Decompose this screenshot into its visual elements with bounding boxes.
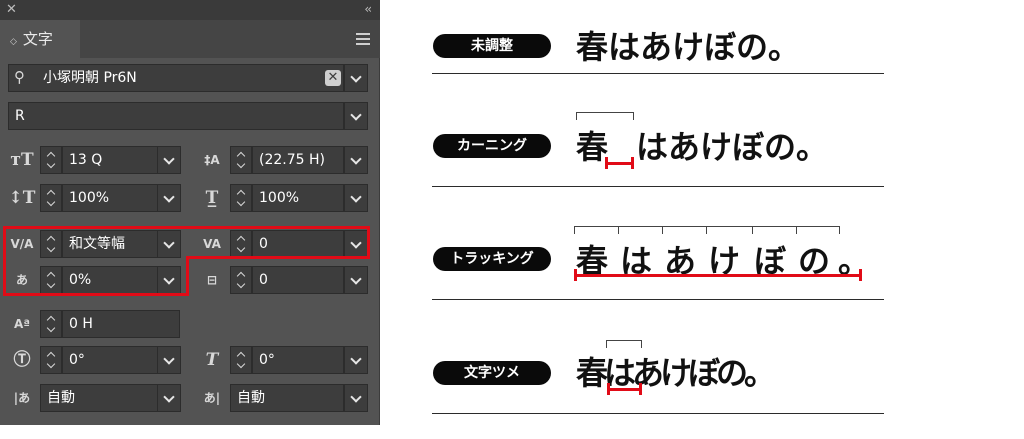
aki-after-icon: あ| xyxy=(203,391,221,405)
leading-value: (22.75 H) xyxy=(259,152,325,168)
example-label-unadjusted: 未調整 xyxy=(433,34,551,58)
example-label-tsume: 文字ツメ xyxy=(433,361,551,385)
tracking-tick xyxy=(662,226,663,234)
example-text-kerning: はあけぼの。 xyxy=(636,128,829,166)
leading-stepper[interactable] xyxy=(230,146,252,174)
vertical-scale-field[interactable]: 100% xyxy=(62,184,158,212)
divider xyxy=(432,299,884,300)
horizontal-scale-field[interactable]: 100% xyxy=(252,184,344,212)
font-style-value: R xyxy=(15,108,25,124)
highlight-left xyxy=(3,226,189,296)
panel-tab-row: ◇ 文字 xyxy=(0,20,380,58)
aki-field[interactable]: 0 xyxy=(252,266,344,294)
horizontal-scale-icon: T̲ xyxy=(205,188,219,208)
font-family-field[interactable]: 小塚明朝 Pr6N xyxy=(8,64,344,92)
kerning-gap-tick-right xyxy=(631,157,634,169)
vertical-scale-value: 100% xyxy=(69,190,110,206)
skew-icon: T xyxy=(205,350,219,370)
horizontal-scale-dropdown[interactable] xyxy=(344,184,368,212)
tsume-marker xyxy=(608,388,642,391)
highlight-step xyxy=(186,256,189,296)
font-size-stepper[interactable] xyxy=(40,146,62,174)
rotation-field[interactable]: 0° xyxy=(62,346,158,374)
aki-icon: ⊟ xyxy=(206,273,218,287)
clear-font-icon[interactable]: ✕ xyxy=(325,70,341,86)
tracking-tick xyxy=(796,226,797,234)
tab-expand-icon[interactable]: ◇ xyxy=(10,37,17,47)
font-style-field[interactable]: R xyxy=(8,102,344,130)
kerning-bracket xyxy=(576,112,634,120)
divider xyxy=(432,73,884,74)
aki-after-value: 自動 xyxy=(237,390,265,406)
vertical-scale-dropdown[interactable] xyxy=(157,184,181,212)
aki-before-dropdown[interactable] xyxy=(157,384,181,412)
skew-dropdown[interactable] xyxy=(344,346,368,374)
font-size-value: 13 Q xyxy=(69,152,103,168)
aki-after-field[interactable]: 自動 xyxy=(230,384,344,412)
horizontal-scale-stepper[interactable] xyxy=(230,184,252,212)
example-label-tracking: トラッキング xyxy=(433,247,551,271)
close-icon[interactable]: ✕ xyxy=(6,2,17,17)
baseline-shift-value: 0 H xyxy=(69,316,93,332)
aki-dropdown[interactable] xyxy=(344,266,368,294)
divider xyxy=(432,413,884,414)
tracking-bracket xyxy=(574,226,840,234)
aki-before-field[interactable]: 自動 xyxy=(40,384,158,412)
font-size-field[interactable]: 13 Q xyxy=(62,146,158,174)
kerning-gap-tick-left xyxy=(605,157,608,169)
skew-value: 0° xyxy=(259,352,275,368)
skew-field[interactable]: 0° xyxy=(252,346,344,374)
aki-before-icon: |あ xyxy=(13,391,31,405)
baseline-shift-icon: Aª xyxy=(13,317,31,331)
skew-stepper[interactable] xyxy=(230,346,252,374)
aki-stepper[interactable] xyxy=(230,266,252,294)
example-text-tsume: 春はあけぼの。 xyxy=(576,354,776,392)
rotation-dropdown[interactable] xyxy=(157,346,181,374)
rotation-value: 0° xyxy=(69,352,85,368)
tsume-tick-left xyxy=(607,383,610,395)
tsume-tick-right xyxy=(639,383,642,395)
tracking-range-tick-left xyxy=(574,269,577,281)
example-label-kerning: カーニング xyxy=(433,134,551,158)
font-size-dropdown[interactable] xyxy=(157,146,181,174)
baseline-shift-field[interactable]: 0 H xyxy=(62,310,180,338)
panel-title-bar: ✕ ‹‹ xyxy=(0,0,380,20)
example-text-unadjusted: 春はあけぼの。 xyxy=(576,28,801,66)
tracking-tick xyxy=(752,226,753,234)
collapse-icon[interactable]: ‹‹ xyxy=(364,2,371,16)
vertical-scale-icon: ↕T xyxy=(8,188,36,208)
baseline-shift-stepper[interactable] xyxy=(40,310,62,338)
leading-dropdown[interactable] xyxy=(344,146,368,174)
aki-value: 0 xyxy=(259,272,268,288)
character-panel: ✕ ‹‹ ◇ 文字 小塚明朝 Pr6N ⚲ ✕ R ᴛT 13 Q ‡A (22.… xyxy=(0,0,380,425)
kerning-gap-marker xyxy=(606,162,634,165)
tsume-bracket xyxy=(606,340,642,348)
tracking-tick xyxy=(618,226,619,234)
rotation-icon: Ⓣ xyxy=(13,350,31,370)
tracking-tick xyxy=(706,226,707,234)
horizontal-scale-value: 100% xyxy=(259,190,300,206)
highlight-mid-line xyxy=(186,256,370,259)
tab-character[interactable]: ◇ 文字 xyxy=(0,20,80,58)
leading-icon: ‡A xyxy=(204,153,220,167)
font-style-dropdown[interactable] xyxy=(344,102,368,130)
font-family-value: 小塚明朝 Pr6N xyxy=(43,70,137,86)
kerning-glyph-haru: 春 xyxy=(576,128,609,166)
vertical-scale-stepper[interactable] xyxy=(40,184,62,212)
aki-before-value: 自動 xyxy=(47,390,75,406)
aki-after-dropdown[interactable] xyxy=(344,384,368,412)
tracking-range-tick-right xyxy=(859,269,862,281)
tab-character-label: 文字 xyxy=(22,30,53,48)
highlight-right-top xyxy=(186,226,370,259)
rotation-stepper[interactable] xyxy=(40,346,62,374)
font-size-icon: ᴛT xyxy=(10,150,34,170)
panel-menu-icon[interactable] xyxy=(356,33,370,45)
font-family-dropdown[interactable] xyxy=(344,64,368,92)
divider xyxy=(432,186,884,187)
tracking-range-marker xyxy=(575,274,861,277)
search-icon[interactable]: ⚲ xyxy=(14,68,25,86)
leading-field[interactable]: (22.75 H) xyxy=(252,146,344,174)
